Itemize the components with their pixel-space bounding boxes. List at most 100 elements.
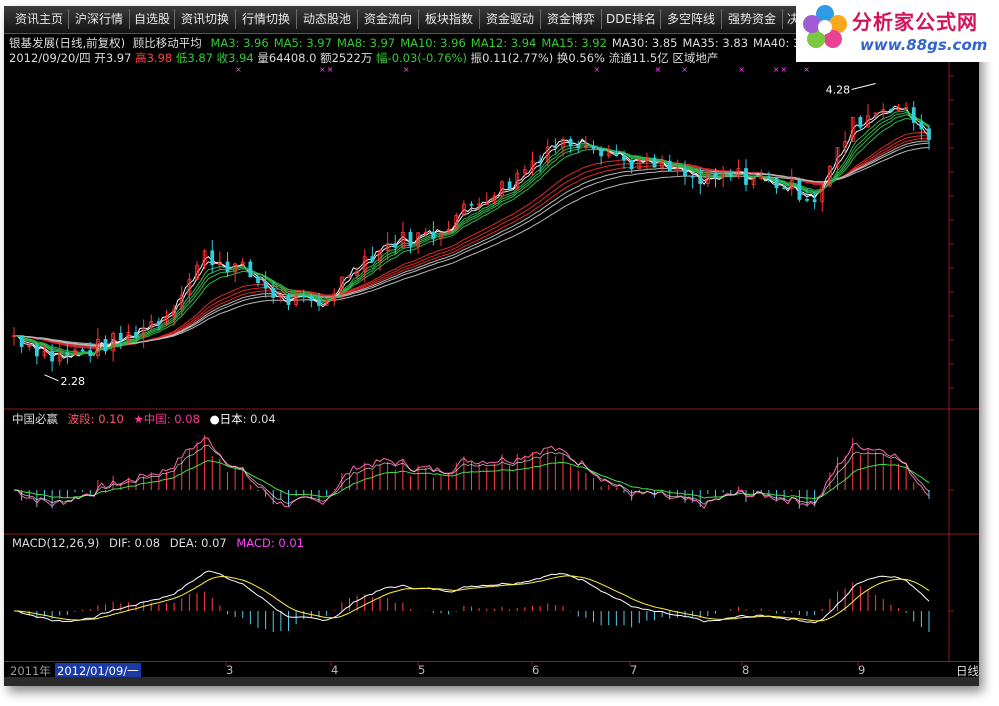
candle-body (103, 339, 108, 352)
site-logo: 分析家公式网 www.88gs.com (796, 0, 999, 62)
candle-body (88, 350, 93, 357)
candle-body (576, 145, 581, 149)
dea-value: 0.07 (201, 536, 227, 550)
candle-body (622, 155, 626, 161)
candle-body (805, 198, 809, 201)
candle-body (766, 176, 771, 179)
band-label: 波段 (67, 412, 91, 426)
dea-line (14, 575, 930, 622)
macd-label: MACD (236, 536, 271, 550)
candle-body (225, 261, 230, 273)
month-label-8: 8 (742, 663, 750, 677)
candle-body (431, 231, 436, 239)
panel3-title-line: MACD(12,26,9) DIF: 0.08 DEA: 0.07 MACD: … (12, 536, 304, 550)
panel2-title-line: 中国必赢 波段: 0.10 ★中国: 0.08 ●日本: 0.04 (12, 412, 276, 426)
event-marker: × (655, 65, 662, 74)
event-marker: × (403, 65, 410, 74)
event-marker: × (803, 65, 810, 74)
candle-body (728, 173, 733, 178)
candle-body (19, 335, 24, 347)
candle-body (286, 294, 291, 305)
event-marker: × (319, 65, 326, 74)
indicator-tabs-strip[interactable] (4, 677, 979, 686)
candle-body (812, 199, 817, 203)
event-marker: × (738, 65, 745, 74)
event-marker: × (327, 65, 334, 74)
candle-body (568, 139, 573, 147)
panel2-title: 中国必赢 (12, 412, 58, 426)
dif-line (13, 570, 930, 624)
dif-label: DIF (109, 536, 127, 550)
price-indicator-chart[interactable]: 4.282.28× × × × × × × × × × × (4, 6, 979, 686)
flower-logo-icon (803, 5, 847, 48)
candle-body (797, 179, 802, 200)
month-label-7: 7 (630, 663, 638, 677)
dea-label: DEA (169, 536, 194, 550)
candle-body (370, 256, 375, 262)
candle-body (652, 157, 657, 168)
candle-body (667, 160, 672, 172)
candle-body (248, 261, 253, 278)
high-annotation: 4.28 (826, 83, 851, 96)
candle-body (698, 176, 703, 184)
dif-value: 0.08 (134, 536, 161, 550)
candle-body (118, 332, 123, 341)
event-marker: × (780, 65, 787, 74)
candle-body (927, 128, 931, 140)
candle-body (50, 350, 55, 362)
candle-body (858, 116, 863, 128)
month-label-4: 4 (331, 663, 339, 677)
candle-body (156, 321, 161, 325)
candle-body (469, 203, 474, 206)
candle-body (393, 243, 398, 248)
logo-name: 分析家公式网 (852, 10, 978, 34)
candle-body (408, 232, 413, 247)
low-annotation: 2.28 (61, 375, 86, 388)
month-label-6: 6 (532, 663, 540, 677)
candle-body (713, 172, 718, 178)
candle-body (34, 344, 39, 357)
logo-url: www.88gs.com (860, 36, 988, 54)
candle-body (538, 160, 543, 163)
candle-body (919, 122, 924, 130)
macd-title: MACD(12,26,9) (12, 536, 100, 550)
candle-body (744, 168, 748, 185)
high-arrow (851, 82, 876, 90)
china-label: ★中国 (133, 412, 167, 426)
event-marker: × (235, 65, 242, 74)
candle-body (317, 300, 321, 306)
candle-body (507, 181, 512, 189)
candle-body (134, 332, 138, 338)
month-label-9: 9 (858, 663, 866, 677)
candle-body (263, 282, 268, 289)
candle-body (599, 148, 604, 157)
candle-body (774, 177, 779, 189)
japan-value: 0.04 (250, 412, 276, 426)
candle-body (210, 250, 215, 266)
candle-body (629, 159, 634, 170)
event-marker: × (681, 65, 688, 74)
event-marker: × (594, 65, 601, 74)
candle-body (888, 109, 893, 112)
candle-body (782, 187, 787, 190)
candle-body (65, 352, 70, 355)
candle-body (690, 175, 695, 178)
candle-body (614, 152, 619, 157)
candle-body (301, 295, 306, 298)
candle-body (271, 287, 276, 298)
candle-body (553, 146, 558, 149)
candle-body (911, 107, 916, 123)
event-marker: × (773, 65, 780, 74)
japan-label: ●日本 (209, 412, 243, 426)
low-arrow (44, 374, 59, 382)
candle-body (309, 295, 314, 301)
macd-value: 0.01 (278, 536, 304, 550)
candle-body (683, 168, 687, 177)
month-label-3: 3 (226, 663, 234, 677)
band-value: 0.10 (98, 412, 124, 426)
chart-window: 资讯主页 沪深行情 自选股 资讯切换 行情切换 动态股池 资金流向 板块指数 资金驱动 资金博弈 D… (4, 6, 979, 686)
candle-body (80, 349, 85, 352)
month-label-5: 5 (418, 663, 426, 677)
china-value: 0.08 (174, 412, 200, 426)
candle-body (256, 276, 260, 284)
